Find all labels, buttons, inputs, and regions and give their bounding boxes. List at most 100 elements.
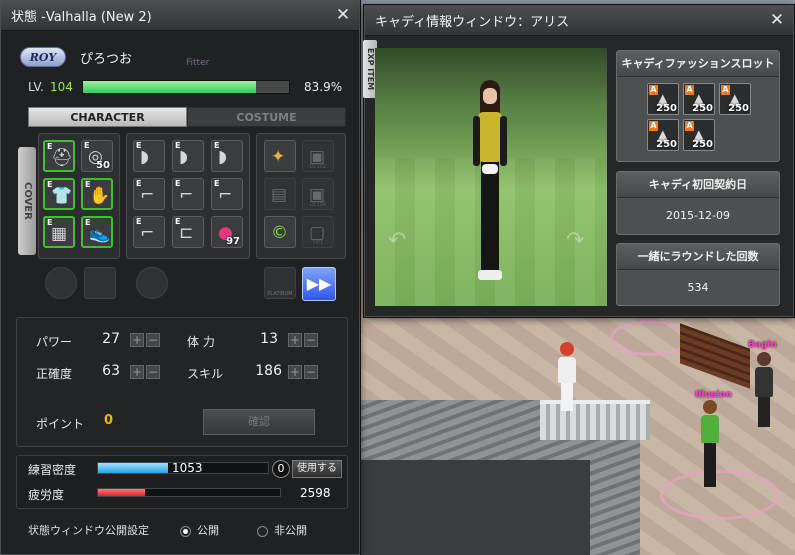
stat-power-plus-button[interactable]: + — [130, 333, 144, 347]
driver-icon[interactable]: E ◗ — [133, 140, 165, 172]
close-status-window-button[interactable]: ✕ — [333, 5, 353, 25]
skirt-icon[interactable]: E ▦ — [43, 216, 75, 248]
gear-slot-icon[interactable] — [136, 267, 168, 299]
player-name-tag: Bagin — [748, 340, 777, 350]
rotate-left-icon[interactable]: ↶ — [388, 228, 406, 253]
npc-player-white[interactable] — [555, 342, 579, 411]
status-window-title: 状態 -Valhalla (New 2) — [1, 1, 359, 31]
rotate-right-icon[interactable]: ↷ — [566, 228, 584, 253]
caddie-shoes-icon[interactable]: A ▲ 250 — [683, 119, 715, 151]
caddie-fashion-slots: A ▲ 250 A ▲ 250 A ▲ 250 A ▲ 250 A ▲ 250 — [617, 77, 779, 161]
confirm-button[interactable]: 確認 — [203, 409, 315, 435]
caddie-glove-icon[interactable]: A ▲ 250 — [719, 83, 751, 115]
wood-icon[interactable]: E ◗ — [172, 140, 204, 172]
stat-power-label: パワー — [36, 335, 73, 349]
mp-slot-icon[interactable]: ▢ MP1 — [302, 216, 334, 248]
public-radio-label[interactable]: 公開 — [197, 522, 257, 538]
slot-quantity: 250 — [728, 103, 749, 114]
fatigue-value: 2598 — [300, 486, 331, 500]
stat-stamina-plus-button[interactable]: + — [288, 333, 302, 347]
helmet-icon-glyph: ⛑ — [51, 148, 73, 168]
caddie-rounds-box: 一緒にラウンドした回数 534 — [616, 243, 780, 306]
card-icon[interactable]: ▤ — [264, 178, 296, 210]
stat-accuracy-plus-button[interactable]: + — [130, 365, 144, 379]
use-button[interactable]: 使用する — [292, 460, 342, 478]
ball-icon[interactable]: ● 97 — [211, 216, 243, 248]
glove-icon-glyph: ✋ — [89, 186, 111, 206]
close-caddie-window-button[interactable]: ✕ — [767, 10, 787, 30]
shirt-icon[interactable]: E 👕 — [43, 178, 75, 210]
stat-stamina-label: 体 力 — [187, 335, 215, 349]
helmet-icon[interactable]: E ⛑ — [43, 140, 75, 172]
caddie-hat-icon[interactable]: A ▲ 250 — [683, 83, 715, 115]
npc-player-far[interactable] — [752, 352, 776, 427]
iron-icon-glyph: ⌐ — [179, 185, 194, 205]
level-label: LV. — [28, 80, 44, 94]
gloves-ring-icon[interactable]: E ◎ 50 — [81, 140, 113, 172]
fatigue-label: 疲労度 — [28, 488, 65, 502]
stat-stamina-value: 13 — [260, 331, 278, 347]
ghost-name-label: Fitter — [186, 58, 210, 68]
tab-costume[interactable]: COSTUME — [187, 107, 346, 127]
platinum-icon[interactable]: PLATINUM — [264, 267, 296, 299]
lock-lv104-icon[interactable]: ▣ LV.104 — [302, 178, 334, 210]
wood-icon-glyph: ◗ — [179, 147, 188, 167]
level-value: 104 — [50, 80, 73, 94]
medal-icon-glyph: ✦ — [271, 147, 286, 167]
npc-player-green[interactable] — [698, 400, 722, 487]
public-setting-row: 状態ウィンドウ公開設定 公開 非公開 — [28, 522, 348, 538]
wedge-icon[interactable]: E ⌐ — [133, 216, 165, 248]
coin-icon[interactable]: © — [264, 216, 296, 248]
shoes-icon[interactable]: E 👟 — [81, 216, 113, 248]
level-row: LV. 104 83.9% — [28, 78, 350, 96]
skirt-icon-glyph: ▦ — [51, 224, 68, 244]
iron-icon[interactable]: E ⌐ — [172, 178, 204, 210]
stat-stamina-minus-button[interactable]: − — [304, 333, 318, 347]
driver-icon-glyph: ◗ — [140, 147, 149, 167]
slot-quantity: 50 — [96, 160, 110, 171]
caddie-pants-icon[interactable]: A ▲ 250 — [647, 119, 679, 151]
slot-caption: MP1 — [312, 240, 324, 246]
points-label: ポイント — [36, 417, 85, 431]
card-slot-icon[interactable] — [84, 267, 116, 299]
lock-lv102-icon[interactable]: ▣ LV.102 — [302, 140, 334, 172]
stat-accuracy-label: 正確度 — [36, 367, 73, 381]
pen-icon[interactable] — [45, 267, 77, 299]
stat-skill-minus-button[interactable]: − — [304, 365, 318, 379]
coin-icon-glyph: © — [271, 223, 288, 243]
private-radio-label[interactable]: 非公開 — [274, 522, 307, 538]
wedge-icon-glyph: ⌐ — [140, 223, 155, 243]
medal-icon[interactable]: ✦ — [264, 140, 296, 172]
iron-icon[interactable]: E ⌐ — [211, 178, 243, 210]
fast-forward-button[interactable]: ▶▶ — [302, 267, 336, 301]
slot-caption: LV.104 — [309, 202, 327, 208]
putter-icon[interactable]: E ⊏ — [172, 216, 204, 248]
stat-accuracy-value: 63 — [102, 363, 120, 379]
slot-caption: LV.102 — [309, 164, 327, 170]
stat-accuracy-minus-button[interactable]: − — [146, 365, 160, 379]
decor-ring — [610, 320, 690, 356]
caddie-fashion-title: キャディファッションスロット — [617, 51, 779, 77]
iron-icon[interactable]: E ⌐ — [133, 178, 165, 210]
public-radio[interactable] — [180, 525, 191, 537]
practice-density-zero: 0 — [272, 460, 290, 478]
stat-power-minus-button[interactable]: − — [146, 333, 160, 347]
stat-skill-value: 186 — [255, 363, 282, 379]
wood-icon-glyph: ◗ — [218, 147, 227, 167]
public-setting-label: 状態ウィンドウ公開設定 — [28, 524, 149, 537]
practice-density-fill — [98, 463, 168, 473]
cover-tab[interactable]: COVER — [18, 147, 36, 255]
caddie-contract-box: キャディ初回契約日 2015-12-09 — [616, 171, 780, 235]
iron-icon-glyph: ⌐ — [218, 185, 233, 205]
card-icon-glyph: ▤ — [271, 185, 288, 205]
level-progress-fill — [83, 81, 256, 93]
caddie-outfit-icon[interactable]: A ▲ 250 — [647, 83, 679, 115]
private-radio[interactable] — [257, 525, 268, 537]
glove-icon[interactable]: E ✋ — [81, 178, 113, 210]
stat-skill-plus-button[interactable]: + — [288, 365, 302, 379]
slot-quantity: 250 — [656, 139, 677, 150]
player-name-tag: Illusion — [695, 390, 732, 400]
wood-icon[interactable]: E ◗ — [211, 140, 243, 172]
caddie-rounds-title: 一緒にラウンドした回数 — [617, 244, 779, 270]
tab-character[interactable]: CHARACTER — [28, 107, 187, 127]
